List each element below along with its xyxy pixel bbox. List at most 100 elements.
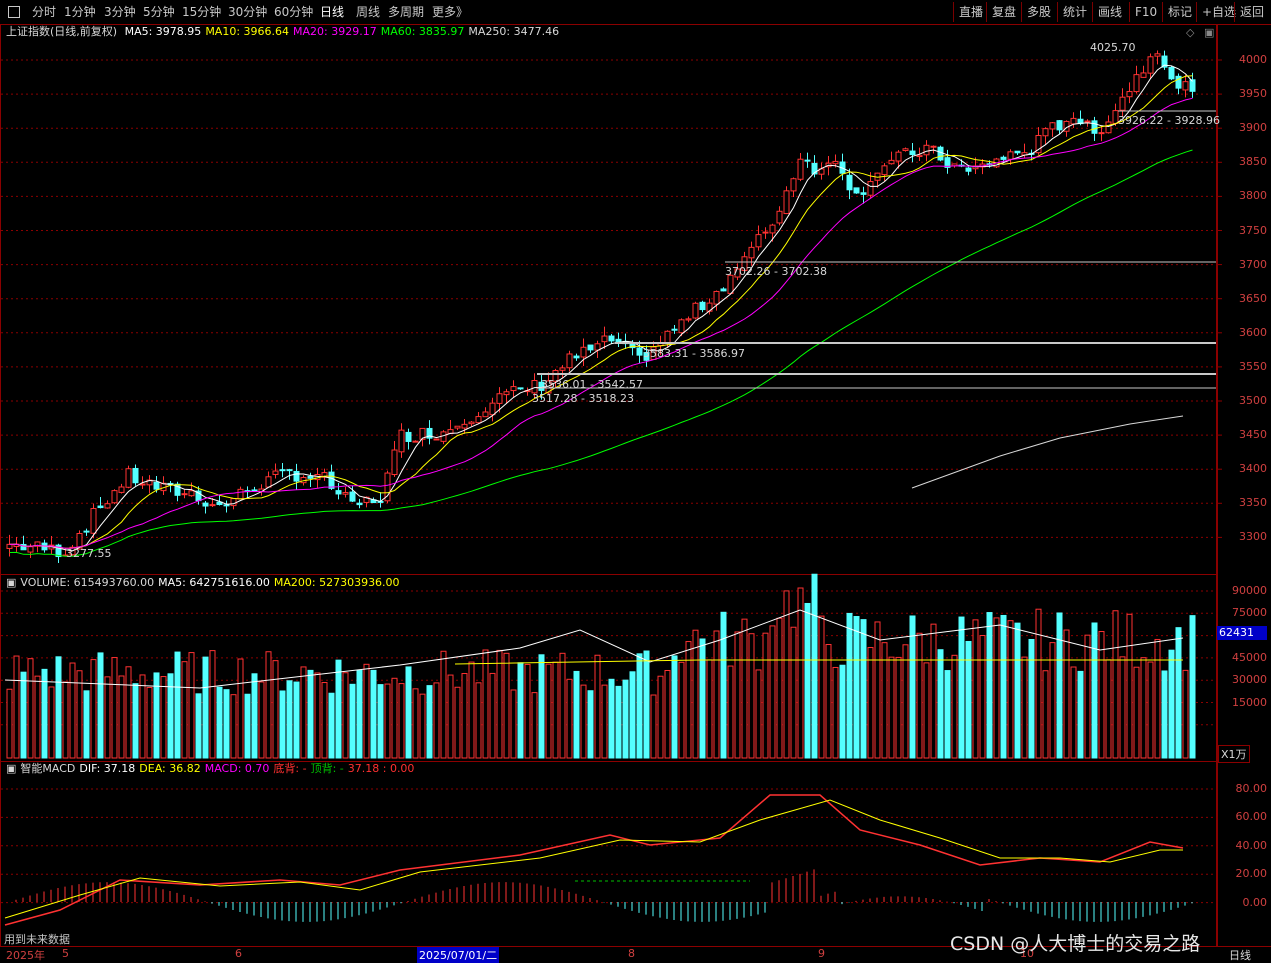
date-axis-label-3: 2025/07/01/二: [417, 947, 500, 963]
panel-expand-icon[interactable]: ▣: [1204, 26, 1214, 39]
price-axis-tick-12: 3400: [1239, 462, 1267, 476]
period-label: 日线: [1229, 949, 1251, 962]
macd-info-5: 顶背: -: [310, 762, 344, 775]
toolbar-button-7[interactable]: +自选: [1200, 3, 1238, 21]
volume-info-1: MA5: 642751616.00: [158, 576, 270, 589]
volume-axis-tick-1: 75000: [1232, 606, 1267, 620]
annotation-gap3: 3583.31 - 3586.97: [643, 347, 745, 360]
price-axis-tick-6: 3700: [1239, 257, 1267, 271]
toolbar-separator: [1057, 2, 1058, 22]
volume-axis-tick-4: 30000: [1232, 673, 1267, 687]
toolbar-separator: [953, 2, 954, 22]
macd-info-4: 底背: -: [273, 762, 307, 775]
annotation-high: 4025.70: [1090, 41, 1136, 54]
toolbar-button-4[interactable]: 画线: [1096, 3, 1124, 21]
macd-axis-tick-0: 80.00: [1235, 782, 1268, 795]
toolbar-button-6[interactable]: 标记: [1166, 3, 1194, 21]
price-panel: [0, 24, 1218, 575]
volume-panel: [0, 574, 1218, 762]
price-axis-tick-1: 3950: [1239, 87, 1267, 101]
macd-axis-tick-1: 60.00: [1235, 810, 1268, 824]
period-tab-1[interactable]: 1分钟: [62, 3, 98, 21]
price-axis-tick-5: 3750: [1239, 223, 1267, 237]
toolbar-separator: [1021, 2, 1022, 22]
ma-label-3: MA60: 3835.97: [380, 25, 465, 38]
macd-info-3: MACD: 0.70: [204, 762, 270, 775]
price-axis-tick-7: 3650: [1239, 291, 1267, 305]
volume-info-0: VOLUME: 615493760.00: [20, 576, 155, 589]
price-axis-tick-13: 3350: [1239, 496, 1267, 510]
macd-info-6: 37.18 : 0.00: [347, 762, 415, 775]
toolbar-button-2[interactable]: 多股: [1025, 3, 1053, 21]
ma-label-1: MA10: 3966.64: [205, 25, 290, 38]
date-axis-label-0: 2025年: [6, 949, 45, 962]
price-axis-tick-4: 3800: [1239, 189, 1267, 203]
price-axis-tick-2: 3900: [1239, 121, 1267, 135]
volume-info-2: MA200: 527303936.00: [273, 576, 400, 589]
chart-title: 上证指数(日线,前复权): [6, 25, 118, 38]
ma-label-2: MA20: 3929.17: [293, 25, 377, 38]
toolbar-button-5[interactable]: F10: [1133, 3, 1159, 21]
ma-label-0: MA5: 3978.95: [124, 25, 202, 38]
macd-axis-tick-2: 40.00: [1235, 838, 1268, 852]
period-tab-2[interactable]: 3分钟: [102, 3, 138, 21]
toolbar-separator: [986, 2, 987, 22]
period-tab-9[interactable]: 多周期: [386, 3, 426, 21]
price-axis-tick-10: 3500: [1239, 394, 1267, 407]
macd-info-2: DEA: 36.82: [139, 762, 201, 775]
macd-axis-tick-3: 20.00: [1235, 867, 1268, 881]
annotation-gap5: 3517.28 - 3518.23: [532, 392, 634, 405]
period-tab-5[interactable]: 30分钟: [226, 3, 269, 21]
period-tab-8[interactable]: 周线: [354, 3, 382, 21]
price-axis-tick-0: 4000: [1239, 53, 1267, 66]
toolbar-button-0[interactable]: 直播: [957, 3, 985, 21]
macd-toggle-icon[interactable]: ▣: [6, 762, 16, 775]
period-tab-10[interactable]: 更多》: [430, 3, 470, 21]
volume-current-badge: 62431: [1217, 626, 1267, 640]
price-axis-tick-14: 3300: [1239, 530, 1267, 544]
toolbar-button-3[interactable]: 统计: [1061, 3, 1089, 21]
price-info-line: 上证指数(日线,前复权) MA5: 3978.95 MA10: 3966.64 MA…: [6, 25, 567, 39]
toolbar-separator: [1196, 2, 1197, 22]
period-tab-7[interactable]: 日线: [318, 3, 346, 21]
macd-panel: [0, 761, 1218, 947]
watermark: CSDN @人大博士的交易之路: [950, 933, 1201, 955]
macd-info-0: 智能MACD: [20, 762, 76, 775]
toolbar-separator: [1162, 2, 1163, 22]
price-axis-tick-3: 3850: [1239, 155, 1267, 169]
volume-axis-tick-3: 45000: [1232, 650, 1267, 664]
period-tab-4[interactable]: 15分钟: [180, 3, 223, 21]
annotation-gap4: 3536.01 - 3542.57: [541, 378, 643, 391]
price-axis-tick-8: 3600: [1239, 325, 1267, 339]
ma-label-4: MA250: 3477.46: [468, 25, 560, 38]
date-axis-label-4: 8: [628, 947, 635, 960]
volume-unit-label: X1万: [1218, 745, 1250, 763]
period-tab-6[interactable]: 60分钟: [272, 3, 315, 21]
macd-info-1: DIF: 37.18: [79, 762, 136, 775]
macd-footnote: 用到未来数据: [4, 933, 70, 946]
toolbar-separator: [1129, 2, 1130, 22]
price-axis-tick-11: 3450: [1239, 428, 1267, 442]
toolbar-button-1[interactable]: 复盘: [990, 3, 1018, 21]
toolbar-button-8[interactable]: 返回: [1238, 3, 1266, 21]
annotation-gap1: 3926.22 - 3928.96: [1118, 114, 1220, 127]
toolbar-separator: [1234, 2, 1235, 22]
toolbar-separator: [1092, 2, 1093, 22]
volume-axis-tick-5: 15000: [1232, 695, 1267, 709]
settings-diamond-icon[interactable]: ◇: [1186, 26, 1194, 39]
volume-axis-tick-0: 90000: [1232, 584, 1267, 597]
menu-icon[interactable]: [8, 6, 20, 18]
volume-info-line: ▣ VOLUME: 615493760.00 MA5: 642751616.00 MA…: [6, 576, 408, 590]
annotation-low: 3277.55: [66, 547, 112, 560]
macd-axis-tick-4: 0.00: [1242, 895, 1268, 909]
date-axis-label-5: 9: [818, 947, 825, 960]
macd-info-line: ▣ 智能MACD DIF: 37.18 DEA: 36.82 MACD: 0.70 底背:…: [6, 762, 422, 776]
period-tab-0[interactable]: 分时: [30, 3, 58, 21]
price-axis-tick-9: 3550: [1239, 359, 1267, 373]
date-axis-label-1: 5: [62, 947, 69, 960]
annotation-gap2: 3702.26 - 3702.38: [725, 265, 827, 278]
period-tab-3[interactable]: 5分钟: [141, 3, 177, 21]
date-axis-label-2: 6: [235, 947, 242, 960]
period-toolbar: 分时 1分钟 3分钟 5分钟 15分钟 30分钟 60分钟 日线 周线 多周期 更多》 直播 复盘 多股…: [0, 0, 1271, 25]
volume-toggle-icon[interactable]: ▣: [6, 576, 16, 589]
